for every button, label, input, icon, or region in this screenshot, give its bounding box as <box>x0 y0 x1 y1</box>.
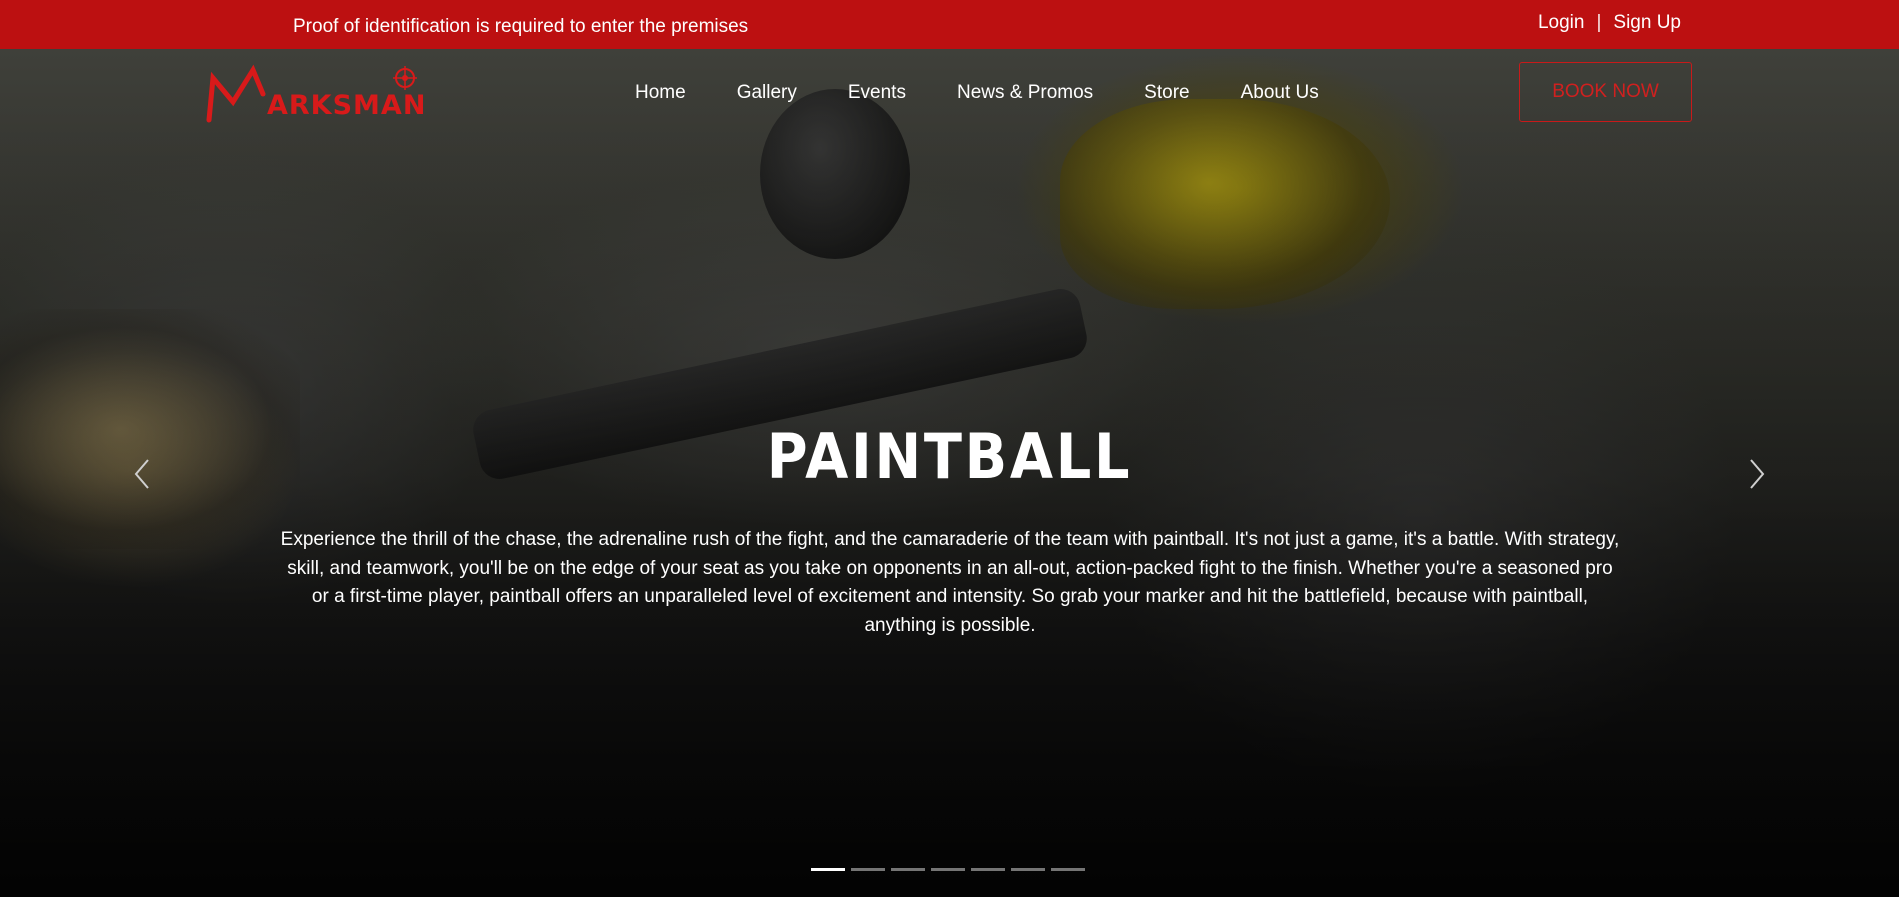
book-now-button[interactable]: BOOK NOW <box>1519 62 1692 122</box>
carousel-indicator[interactable] <box>1051 868 1085 871</box>
logo-text: ARKSMAN <box>267 90 427 121</box>
slide-description: Experience the thrill of the chase, the … <box>280 529 1620 636</box>
carousel-indicator[interactable] <box>811 868 845 871</box>
nav-store[interactable]: Store <box>1144 82 1189 104</box>
signup-link[interactable]: Sign Up <box>1613 12 1681 34</box>
nav-events[interactable]: Events <box>848 82 906 104</box>
chevron-right-icon[interactable] <box>1745 456 1769 492</box>
carousel-indicator[interactable] <box>891 868 925 871</box>
auth-separator: | <box>1596 12 1602 33</box>
nav-about-us[interactable]: About Us <box>1241 82 1319 104</box>
carousel-indicator[interactable] <box>851 868 885 871</box>
site-logo[interactable]: ARKSMAN <box>205 64 435 124</box>
nav-news-promos[interactable]: News & Promos <box>957 82 1093 104</box>
chevron-left-icon[interactable] <box>130 456 154 492</box>
carousel-indicator[interactable] <box>1011 868 1045 871</box>
login-link[interactable]: Login <box>1538 12 1585 34</box>
carousel-indicators <box>811 868 1085 871</box>
slide-title: PAINTBALL <box>766 420 1133 493</box>
main-nav: Home Gallery Events News & Promos Store … <box>635 82 1319 104</box>
carousel-indicator[interactable] <box>971 868 1005 871</box>
announcement-bar: Proof of identification is required to e… <box>0 0 1899 49</box>
auth-links: Login | Sign Up <box>1538 12 1681 34</box>
nav-home[interactable]: Home <box>635 82 686 104</box>
carousel-indicator[interactable] <box>931 868 965 871</box>
nav-gallery[interactable]: Gallery <box>737 82 797 104</box>
announcement-text: Proof of identification is required to e… <box>293 16 749 37</box>
